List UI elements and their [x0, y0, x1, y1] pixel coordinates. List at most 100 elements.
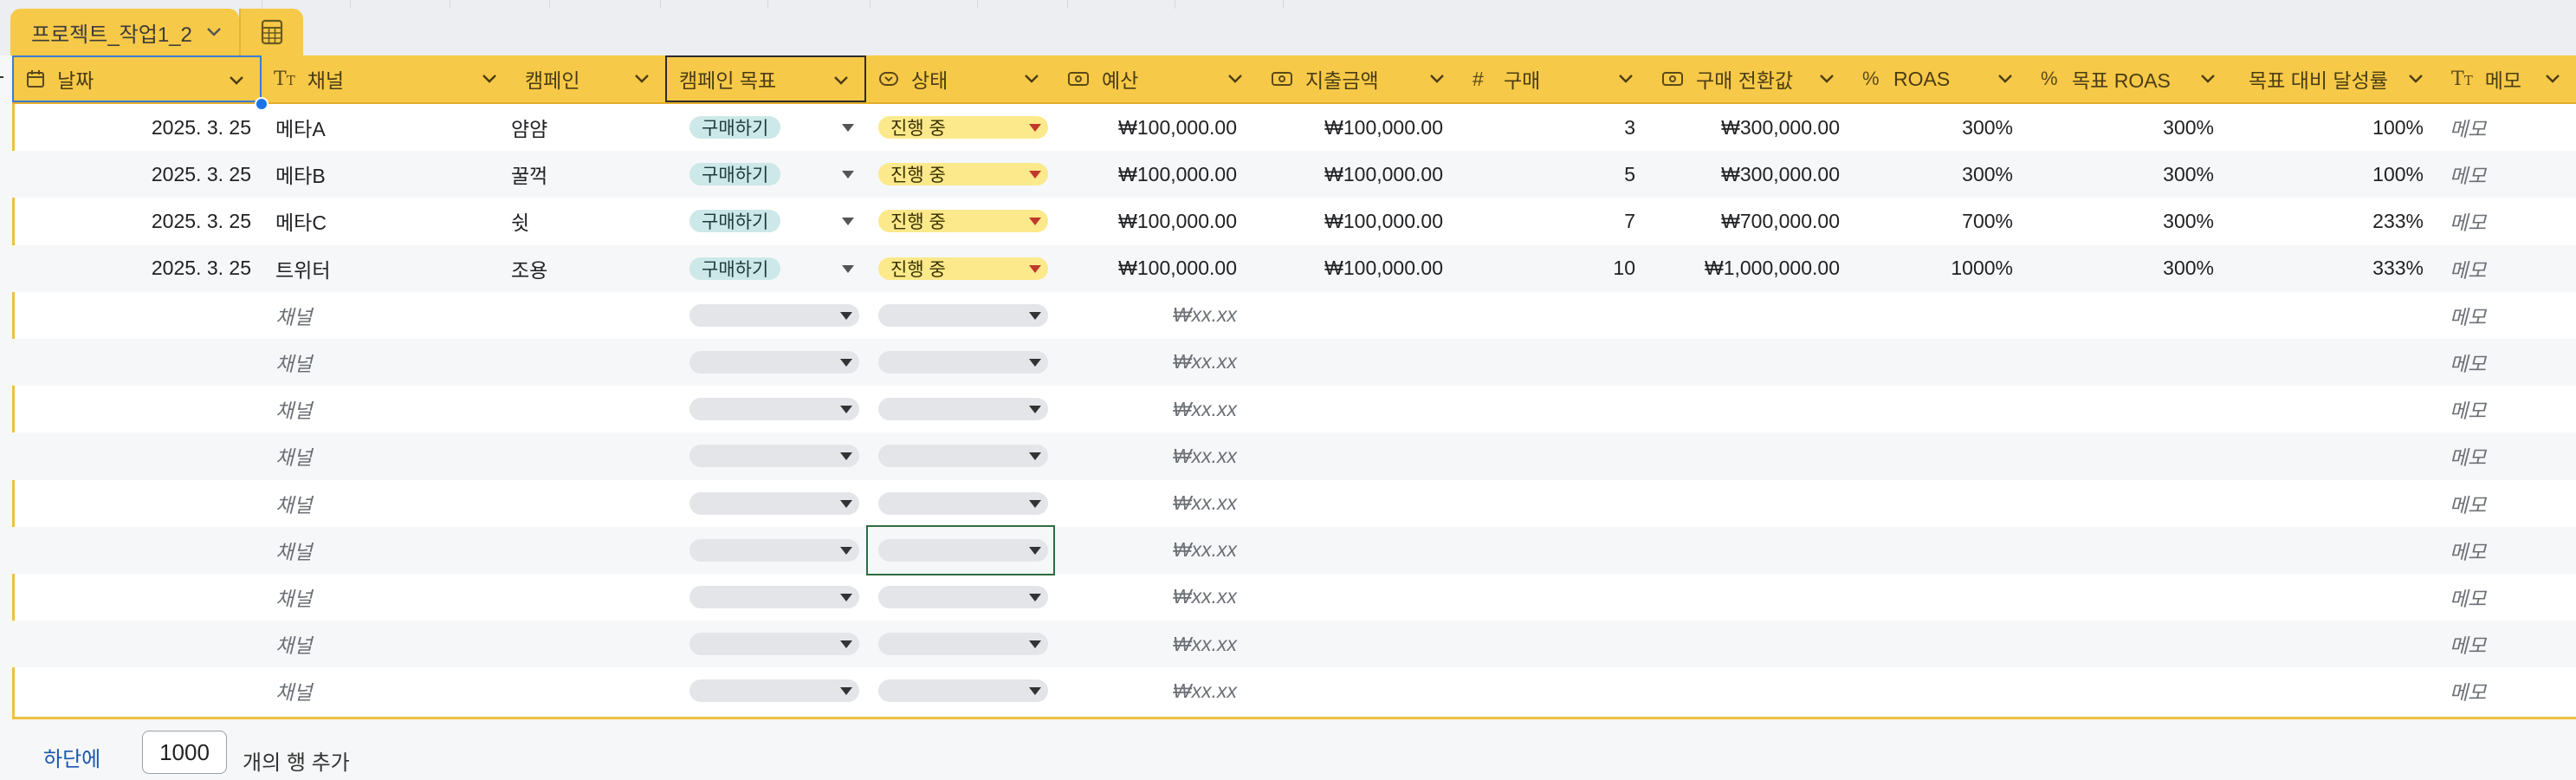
grid-body: 2025. 3. 25 메타A 얌얌 구매하기 진행 중 ₩100,000.00 ₩100,…: [12, 104, 2576, 714]
chevron-down-icon[interactable]: [1618, 55, 1634, 102]
empty-row: 채널 ₩xx.xx 메모: [12, 574, 2576, 621]
cell-memo[interactable]: 메모: [2450, 574, 2576, 621]
cell-memo[interactable]: 메모: [2450, 339, 2576, 386]
column-header-conv_value[interactable]: 구매 전환값: [1649, 55, 1850, 102]
money-icon: [1661, 71, 1684, 87]
grid-line: [350, 0, 351, 9]
cell-memo[interactable]: 메모: [2450, 198, 2576, 244]
money-icon: [1067, 71, 1090, 87]
empty-row: 채널 ₩xx.xx 메모: [12, 432, 2576, 480]
column-header-label: 구매 전환값: [1696, 69, 1794, 92]
cell-budget[interactable]: ₩xx.xx: [12, 480, 1237, 527]
grid-edge-marker: [0, 76, 3, 78]
empty-row: 채널 ₩xx.xx 메모: [12, 621, 2576, 668]
chevron-down-icon[interactable]: [1227, 55, 1243, 102]
column-header-label: 캠페인: [525, 69, 580, 92]
column-header-purchases[interactable]: # 구매: [1460, 55, 1649, 102]
cell-budget[interactable]: ₩xx.xx: [12, 574, 1237, 621]
grid-line: [1283, 0, 1284, 9]
cell-budget[interactable]: ₩xx.xx: [12, 667, 1237, 714]
table-row: 2025. 3. 25 메타C 쉿 구매하기 진행 중 ₩100,000.00 ₩100,0…: [12, 198, 2576, 244]
sheet-top-bar: [0, 0, 2576, 55]
hash-icon: #: [1472, 67, 1484, 90]
column-header-label: ROAS: [1893, 67, 1951, 90]
percent-icon: %: [1862, 68, 1880, 89]
chevron-down-icon[interactable]: [833, 57, 849, 104]
column-header-spend[interactable]: 지출금액: [1259, 55, 1460, 102]
sheet-tab-bar: 프로젝트_작업1_2: [10, 9, 303, 55]
cell-budget[interactable]: ₩xx.xx: [12, 432, 1237, 479]
column-header-target_roas[interactable]: % 목표 ROAS: [2029, 55, 2231, 102]
grid-line: [549, 0, 550, 9]
money-icon: [1271, 71, 1293, 87]
chevron-down-icon[interactable]: [1819, 55, 1835, 102]
chevron-down-icon[interactable]: [229, 57, 244, 104]
chevron-down-icon[interactable]: [482, 55, 497, 102]
column-header-date[interactable]: 날짜: [12, 55, 262, 102]
column-header-label: 지출금액: [1305, 69, 1379, 92]
chevron-down-icon[interactable]: [1997, 55, 2013, 102]
cell-memo[interactable]: 메모: [2450, 151, 2576, 198]
table-row: 2025. 3. 25 트위터 조용 구매하기 진행 중 ₩100,000.00 ₩100,…: [12, 244, 2576, 292]
grid-line: [660, 0, 661, 9]
chevron-down-icon[interactable]: [206, 27, 222, 37]
empty-row: 채널 ₩xx.xx 메모: [12, 667, 2576, 714]
chevron-down-icon[interactable]: [1429, 55, 1445, 102]
cell-memo[interactable]: 메모: [2450, 621, 2576, 667]
column-header-memo[interactable]: TT 메모: [2439, 55, 2576, 102]
sheet-tab[interactable]: 프로젝트_작업1_2: [10, 9, 239, 55]
column-header-label: 목표 ROAS: [2072, 69, 2171, 92]
chevron-down-icon[interactable]: [2200, 55, 2216, 102]
sheet-tab-name: 프로젝트_작업1_2: [31, 23, 192, 47]
grid-line: [870, 0, 871, 9]
cell-memo[interactable]: 메모: [2450, 386, 2576, 432]
table-calculator-icon: [261, 19, 282, 45]
percent-icon: %: [2041, 68, 2058, 89]
empty-row: 채널 ₩xx.xx 메모: [12, 338, 2576, 387]
cell-memo[interactable]: 메모: [2450, 480, 2576, 527]
add-rows-link[interactable]: 하단에: [43, 742, 100, 772]
empty-row: 채널 ₩xx.xx 메모: [12, 292, 2576, 339]
column-header-campaign[interactable]: 캠페인: [513, 55, 665, 102]
table-row: 2025. 3. 25 메타B 꿀꺽 구매하기 진행 중 ₩100,000.00 ₩100,…: [12, 151, 2576, 198]
column-header-roas[interactable]: % ROAS: [1850, 55, 2029, 102]
cell-budget[interactable]: ₩xx.xx: [12, 339, 1237, 386]
chevron-down-icon[interactable]: [2545, 55, 2560, 102]
selection-handle[interactable]: [255, 97, 269, 111]
column-header-goal[interactable]: 캠페인 목표: [665, 55, 866, 102]
column-header-label: 상태: [911, 69, 948, 92]
text-type-icon: TT: [274, 68, 295, 90]
cell-achievement[interactable]: 100%: [12, 104, 2424, 151]
cell-achievement[interactable]: 333%: [12, 245, 2424, 292]
column-header-label: 예산: [1102, 69, 1139, 92]
row-count-input[interactable]: [142, 731, 227, 774]
cell-memo[interactable]: 메모: [2450, 292, 2576, 339]
column-header-label: 메모: [2484, 69, 2522, 92]
cell-memo[interactable]: 메모: [2450, 527, 2576, 574]
chevron-down-icon[interactable]: [2408, 55, 2424, 102]
cell-memo[interactable]: 메모: [2450, 245, 2576, 292]
chevron-down-icon[interactable]: [634, 55, 650, 102]
cell-achievement[interactable]: 233%: [12, 198, 2424, 244]
grid-line: [767, 0, 768, 9]
chevron-down-icon[interactable]: [1024, 55, 1039, 102]
column-header-status[interactable]: 상태: [866, 55, 1055, 102]
column-header-channel[interactable]: TT 채널: [262, 55, 513, 102]
empty-row: 채널 ₩xx.xx 메모: [12, 526, 2576, 574]
cell-budget[interactable]: ₩xx.xx: [12, 386, 1237, 432]
cell-achievement[interactable]: 100%: [12, 151, 2424, 198]
column-header-achievement[interactable]: 목표 대비 달성률: [2231, 55, 2439, 102]
empty-row: 채널 ₩xx.xx 메모: [12, 386, 2576, 432]
cell-memo[interactable]: 메모: [2450, 667, 2576, 714]
cell-memo[interactable]: 메모: [2450, 104, 2576, 151]
column-header-budget[interactable]: 예산: [1055, 55, 1259, 102]
grid-line: [977, 0, 978, 9]
footer-bar: [0, 719, 2576, 780]
cell-budget[interactable]: ₩xx.xx: [12, 292, 1237, 339]
table-row: 2025. 3. 25 메타A 얌얌 구매하기 진행 중 ₩100,000.00 ₩100,…: [12, 104, 2576, 151]
table-view-button[interactable]: [240, 9, 303, 55]
cell-budget[interactable]: ₩xx.xx: [12, 621, 1237, 667]
column-header-label: 구매: [1504, 69, 1541, 92]
cell-memo[interactable]: 메모: [2450, 432, 2576, 479]
calendar-icon: [26, 69, 45, 88]
